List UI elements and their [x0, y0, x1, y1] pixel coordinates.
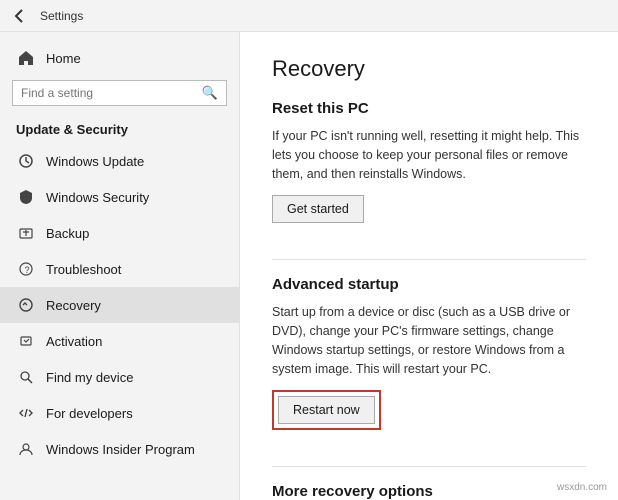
- sidebar-item-troubleshoot[interactable]: ? Troubleshoot: [0, 251, 239, 287]
- recovery-icon: [16, 295, 36, 315]
- topbar-title: Settings: [40, 9, 83, 23]
- restart-now-button[interactable]: Restart now: [278, 396, 375, 424]
- find-icon: [16, 367, 36, 387]
- sidebar-item-windows-insider[interactable]: Windows Insider Program: [0, 431, 239, 467]
- sidebar-item-recovery-label: Recovery: [46, 298, 101, 313]
- sidebar-item-recovery[interactable]: Recovery: [0, 287, 239, 323]
- sidebar-item-windows-update-label: Windows Update: [46, 154, 144, 169]
- topbar: Settings: [0, 0, 618, 32]
- sidebar-item-windows-update[interactable]: Windows Update: [0, 143, 239, 179]
- watermark: wsxdn.com: [554, 481, 610, 494]
- page-title: Recovery: [272, 56, 586, 82]
- sidebar-section-title: Update & Security: [0, 114, 239, 143]
- sidebar-item-home-label: Home: [46, 51, 81, 66]
- sidebar-item-backup[interactable]: Backup: [0, 215, 239, 251]
- shield-icon: [16, 187, 36, 207]
- developer-icon: [16, 403, 36, 423]
- sidebar-item-find-my-device[interactable]: Find my device: [0, 359, 239, 395]
- update-icon: [16, 151, 36, 171]
- sidebar-item-windows-insider-label: Windows Insider Program: [46, 442, 195, 457]
- back-button[interactable]: [12, 8, 28, 24]
- sidebar-item-backup-label: Backup: [46, 226, 89, 241]
- reset-body: If your PC isn't running well, resetting…: [272, 127, 586, 183]
- insider-icon: [16, 439, 36, 459]
- sidebar: Home 🔍 Update & Security Windows Update …: [0, 32, 240, 500]
- sidebar-item-for-developers[interactable]: For developers: [0, 395, 239, 431]
- sidebar-item-activation[interactable]: Activation: [0, 323, 239, 359]
- more-options-heading: More recovery options: [272, 483, 586, 500]
- troubleshoot-icon: ?: [16, 259, 36, 279]
- sidebar-item-find-my-device-label: Find my device: [46, 370, 133, 385]
- advanced-body: Start up from a device or disc (such as …: [272, 303, 586, 378]
- svg-text:?: ?: [25, 265, 30, 275]
- reset-heading: Reset this PC: [272, 100, 586, 117]
- home-icon: [16, 48, 36, 68]
- main-layout: Home 🔍 Update & Security Windows Update …: [0, 32, 618, 500]
- activation-icon: [16, 331, 36, 351]
- content-area: Recovery Reset this PC If your PC isn't …: [240, 32, 618, 500]
- sidebar-item-troubleshoot-label: Troubleshoot: [46, 262, 121, 277]
- sidebar-item-activation-label: Activation: [46, 334, 102, 349]
- search-input[interactable]: [21, 86, 202, 100]
- get-started-button[interactable]: Get started: [272, 195, 364, 223]
- sidebar-item-home[interactable]: Home: [0, 40, 239, 76]
- search-icon[interactable]: 🔍: [202, 85, 218, 101]
- restart-highlight-box: Restart now: [272, 390, 381, 430]
- sidebar-item-for-developers-label: For developers: [46, 406, 133, 421]
- divider-2: [272, 466, 586, 467]
- backup-icon: [16, 223, 36, 243]
- advanced-heading: Advanced startup: [272, 276, 586, 293]
- divider-1: [272, 259, 586, 260]
- search-box[interactable]: 🔍: [12, 80, 227, 106]
- sidebar-item-windows-security-label: Windows Security: [46, 190, 149, 205]
- sidebar-item-windows-security[interactable]: Windows Security: [0, 179, 239, 215]
